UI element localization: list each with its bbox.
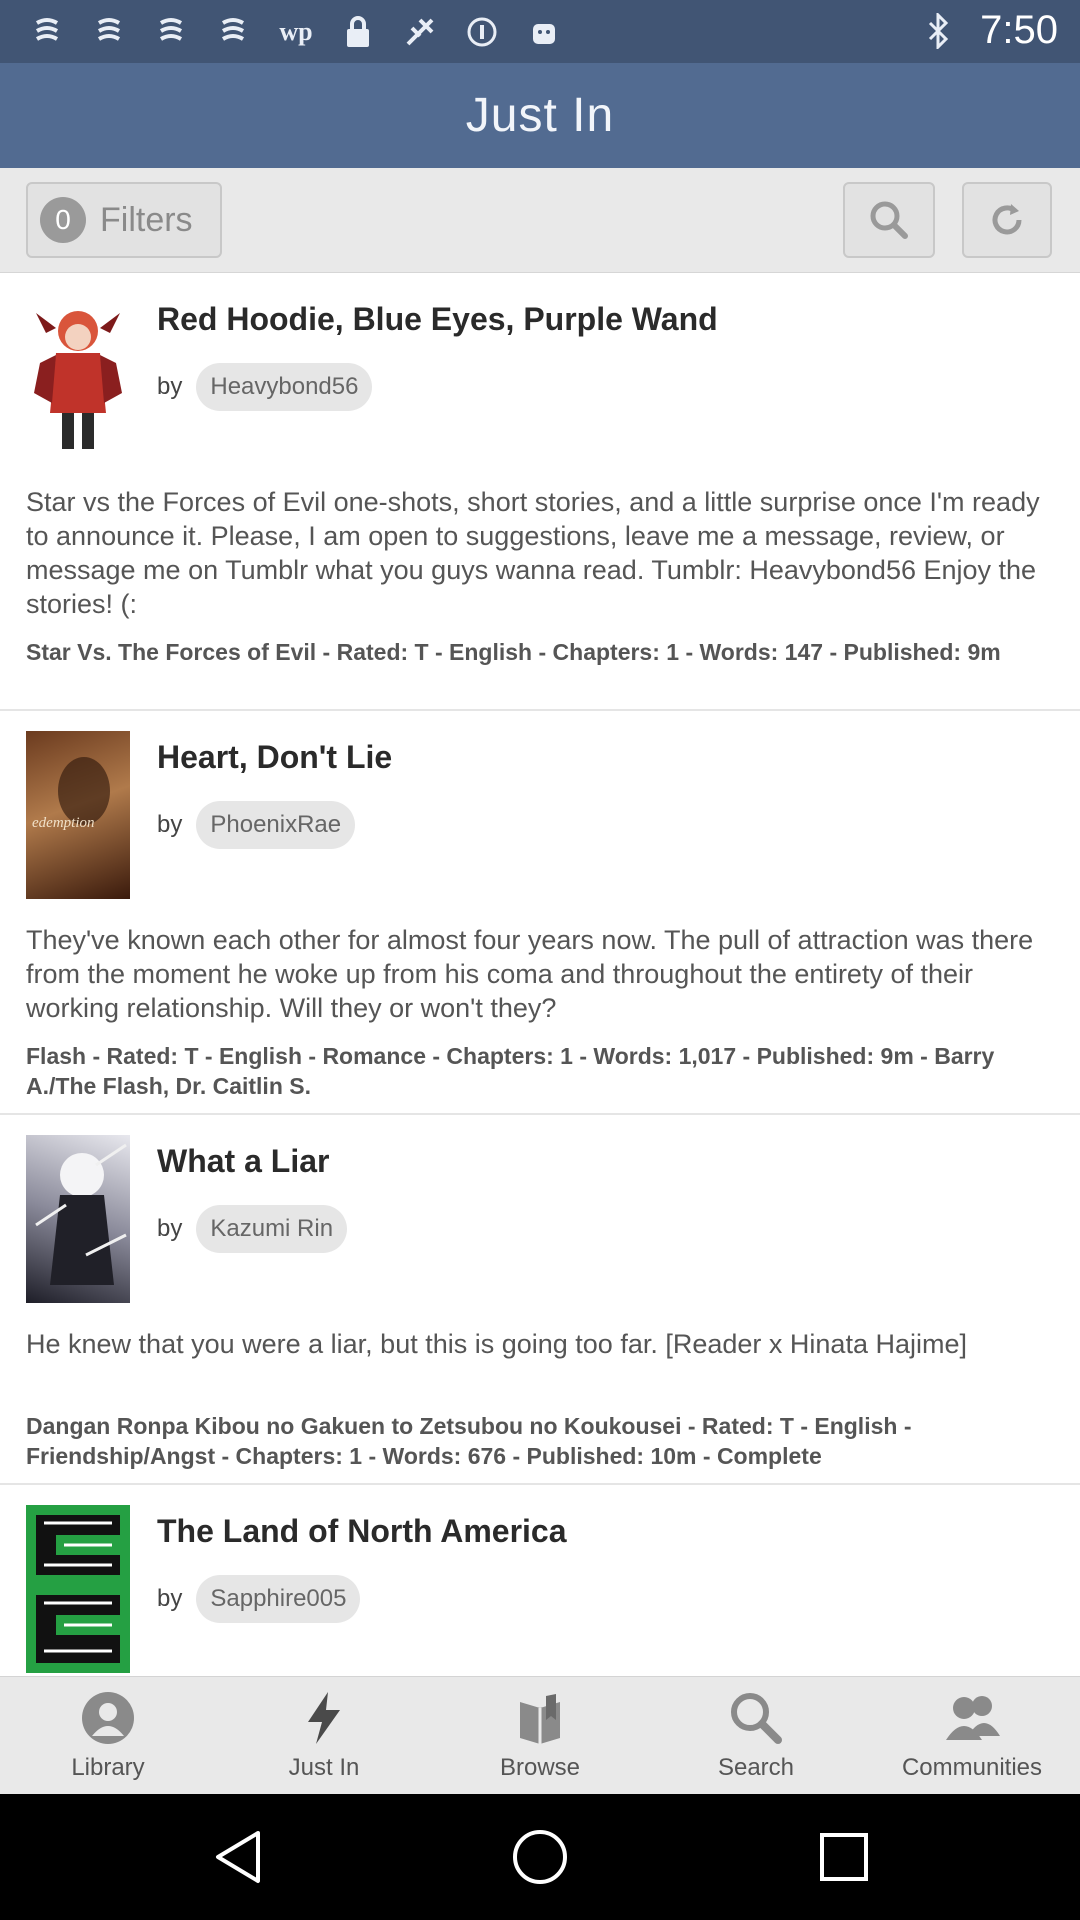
bottom-navigation: Library Just In Browse Search Communitie…	[0, 1676, 1080, 1794]
notification-icon	[28, 14, 68, 50]
refresh-button[interactable]	[962, 182, 1052, 258]
nav-library[interactable]: Library	[0, 1677, 216, 1794]
nav-browse[interactable]: Browse	[432, 1677, 648, 1794]
back-button[interactable]	[208, 1827, 268, 1887]
person-icon	[82, 1691, 134, 1744]
author-chip[interactable]: Heavybond56	[196, 363, 373, 411]
system-navigation-bar	[0, 1794, 1080, 1920]
nav-label: Library	[71, 1753, 145, 1781]
page-title: Just In	[465, 89, 615, 142]
author-row: by Heavybond56	[157, 363, 373, 411]
nav-just-in[interactable]: Just In	[216, 1677, 432, 1794]
notification-icon	[90, 14, 130, 50]
svg-text:edemption: edemption	[32, 815, 94, 831]
author-chip[interactable]: Sapphire005	[196, 1575, 361, 1623]
story-cover-image	[26, 1505, 130, 1673]
by-label: by	[157, 811, 183, 838]
recents-icon	[820, 1833, 868, 1881]
wp-icon: wp	[279, 17, 313, 46]
story-summary: They've known each other for almost four…	[26, 925, 1034, 1023]
author-chip[interactable]: PhoenixRae	[196, 801, 356, 849]
app-header: Just In	[0, 63, 1080, 168]
author-row: by PhoenixRae	[157, 801, 356, 849]
story-summary: He knew that you were a liar, but this i…	[26, 1329, 967, 1359]
story-title[interactable]: Heart, Don't Lie	[157, 739, 392, 776]
by-label: by	[157, 1585, 183, 1612]
nav-search[interactable]: Search	[648, 1677, 864, 1794]
story-meta: Flash - Rated: T - English - Romance - C…	[26, 1043, 995, 1099]
notification-icon	[152, 14, 192, 50]
nav-label: Communities	[901, 1753, 1043, 1781]
group-icon	[946, 1695, 1000, 1740]
filters-label: Filters	[100, 200, 193, 239]
home-button[interactable]	[510, 1827, 570, 1887]
story-cover-image: edemption	[26, 731, 130, 899]
author-row: by Sapphire005	[157, 1575, 361, 1623]
refresh-icon	[992, 204, 1022, 235]
clock: 7:50	[980, 8, 1058, 52]
home-icon	[513, 1830, 567, 1884]
story-item[interactable]: edemption Heart, Don't Lie by PhoenixRae…	[0, 711, 1080, 1115]
story-item[interactable]: The Land of North America by Sapphire005	[0, 1485, 1080, 1676]
filters-button[interactable]: 0 Filters	[26, 182, 222, 258]
status-bar: wp 7:50	[0, 0, 1080, 63]
status-icons-left: wp	[28, 14, 564, 50]
story-item[interactable]: Red Hoodie, Blue Eyes, Purple Wand by He…	[0, 273, 1080, 711]
info-icon	[462, 14, 502, 50]
story-meta: Dangan Ronpa Kibou no Gakuen to Zetsubou…	[26, 1413, 912, 1469]
nav-label: Search	[717, 1753, 795, 1781]
toolbar: 0 Filters	[0, 168, 1080, 273]
story-summary: Star vs the Forces of Evil one-shots, sh…	[26, 487, 1040, 619]
story-title[interactable]: Red Hoodie, Blue Eyes, Purple Wand	[157, 301, 718, 338]
search-icon	[731, 1692, 782, 1744]
story-cover-image	[26, 293, 130, 461]
back-icon	[216, 1831, 260, 1883]
lightning-icon	[308, 1691, 340, 1744]
nav-communities[interactable]: Communities	[864, 1677, 1080, 1794]
author-chip[interactable]: Kazumi Rin	[196, 1205, 348, 1253]
lock-icon	[338, 14, 378, 50]
filter-count-badge: 0	[40, 197, 86, 243]
by-label: by	[157, 1215, 183, 1242]
fake-gps-icon	[400, 14, 440, 50]
recents-button[interactable]	[814, 1827, 874, 1887]
author-row: by Kazumi Rin	[157, 1205, 348, 1253]
story-item[interactable]: What a Liar by Kazumi Rin He knew that y…	[0, 1115, 1080, 1485]
story-meta: Star Vs. The Forces of Evil - Rated: T -…	[26, 639, 1001, 665]
story-title[interactable]: What a Liar	[157, 1143, 329, 1180]
android-icon	[524, 14, 564, 50]
status-icons-right: 7:50	[918, 8, 1058, 53]
by-label: by	[157, 373, 183, 400]
story-cover-image	[26, 1135, 130, 1303]
book-icon	[520, 1693, 560, 1744]
story-title[interactable]: The Land of North America	[157, 1513, 567, 1550]
search-button[interactable]	[843, 182, 935, 258]
notification-icon	[214, 14, 254, 50]
bluetooth-icon	[918, 12, 958, 49]
search-icon	[870, 201, 908, 239]
nav-label: Browse	[499, 1753, 581, 1781]
nav-label: Just In	[288, 1753, 360, 1781]
